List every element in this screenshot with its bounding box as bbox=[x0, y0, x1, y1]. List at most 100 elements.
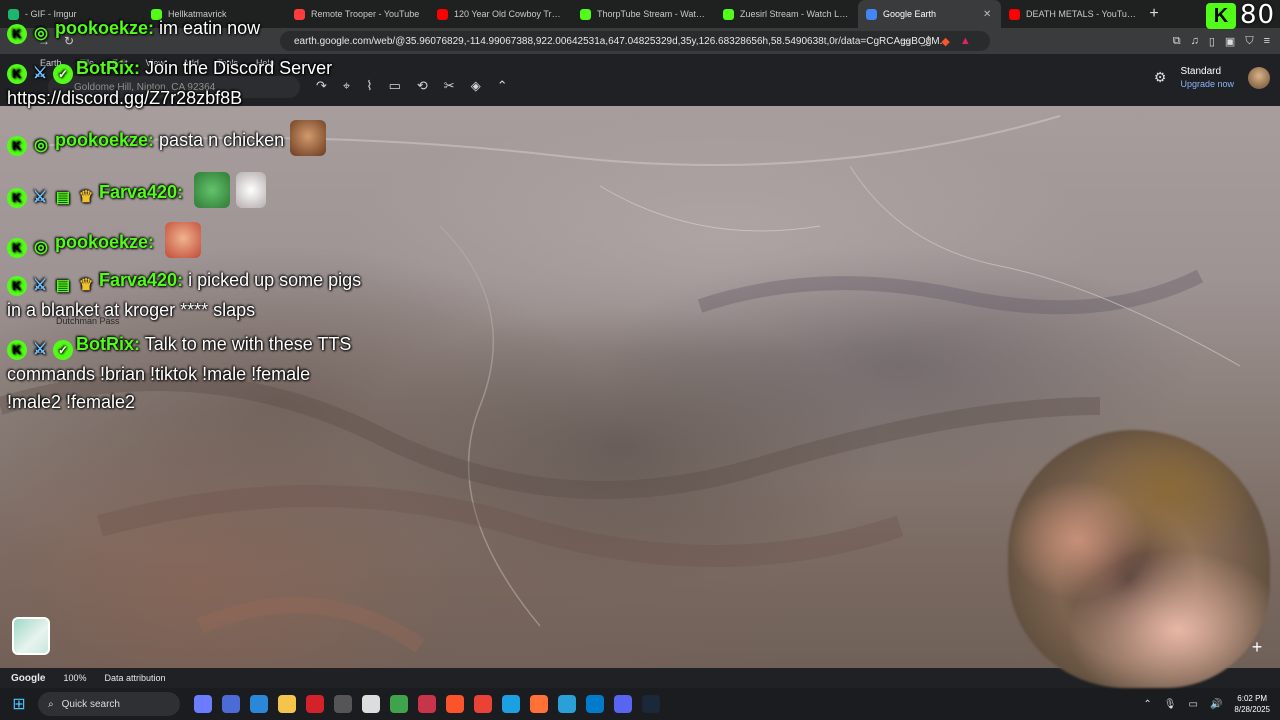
menu-icon[interactable]: ≡ bbox=[1264, 35, 1270, 47]
taskbar-app-icon[interactable] bbox=[558, 695, 576, 713]
viewer-count: 80 bbox=[1240, 0, 1276, 30]
steam-icon[interactable] bbox=[642, 695, 660, 713]
tab-title: ThorpTube Stream - Watch Live bbox=[597, 9, 707, 19]
windows-taskbar: ⊞ ⌕ Quick search ⌃ 🎙 ▭ 🔊 6:02 PM 8/28/20… bbox=[0, 688, 1280, 720]
chat-username: pookoekze: bbox=[55, 232, 155, 252]
file-explorer-icon[interactable] bbox=[278, 695, 296, 713]
chat-message: K ⚔ ▤ ♛ Farva420: i picked up some pigs in a… bbox=[7, 266, 361, 324]
chevron-up-icon[interactable]: ⌃ bbox=[1143, 699, 1151, 710]
gear-icon[interactable]: ⚙ bbox=[1154, 69, 1167, 86]
google-earth-favicon-icon bbox=[866, 8, 877, 20]
chat-text-continued: https://discord.gg/Z7r28zbf8B bbox=[7, 88, 243, 108]
tab-title: 120 Year Old Cowboy Trash - Y bbox=[454, 9, 564, 19]
tools-icon[interactable]: ✂ bbox=[444, 78, 455, 94]
youtube-favicon-icon bbox=[437, 8, 448, 20]
chrome-icon[interactable] bbox=[474, 695, 492, 713]
gift-badge-icon: ▤ bbox=[55, 277, 71, 294]
taskbar-app-icon[interactable] bbox=[222, 695, 240, 713]
taskbar-app-icon[interactable] bbox=[362, 695, 380, 713]
earth-tools: ↷ ⌖ ⌇ ▭ ⟲ ✂ ◈ ⌃ bbox=[316, 78, 508, 94]
browser-tab[interactable]: ThorpTube Stream - Watch Live bbox=[572, 0, 715, 28]
sidebar-icon[interactable]: ▯ bbox=[1209, 35, 1215, 48]
extensions-icon[interactable]: ⧉ bbox=[1173, 35, 1181, 48]
tab-title: DEATH METALS - YouTube bbox=[1026, 9, 1136, 19]
kick-badge-icon: K bbox=[7, 64, 27, 84]
map-style-button[interactable] bbox=[12, 617, 50, 655]
subscriber-badge-icon: ◎ bbox=[34, 239, 48, 256]
browser-tab[interactable]: 120 Year Old Cowboy Trash - Y bbox=[429, 0, 572, 28]
browser-tab[interactable]: Remote Trooper - YouTube bbox=[286, 0, 429, 28]
avatar[interactable] bbox=[1248, 66, 1270, 89]
tab-title: Google Earth bbox=[883, 9, 937, 19]
chat-message: K ◎ pookoekze: pasta n chicken bbox=[7, 120, 327, 156]
firefox-icon[interactable] bbox=[530, 695, 548, 713]
brave-rewards-icon[interactable]: ▲ bbox=[960, 35, 971, 47]
chat-message: K ⚔ ✓ BotRix: Talk to me with these TTS com… bbox=[7, 330, 351, 416]
vscode-icon[interactable] bbox=[586, 695, 604, 713]
url-field[interactable]: earth.google.com/web/@35.96076829,-114.9… bbox=[280, 31, 990, 51]
kick-badge-icon: K bbox=[7, 24, 27, 44]
layers-icon[interactable]: ◈ bbox=[471, 78, 481, 94]
edge-icon[interactable] bbox=[502, 695, 520, 713]
wallet-icon[interactable]: ▣ bbox=[1225, 35, 1235, 48]
chat-username: Farva420: bbox=[99, 182, 184, 202]
upgrade-link[interactable]: Upgrade now bbox=[1180, 79, 1234, 89]
taskbar-app-icon[interactable] bbox=[334, 695, 352, 713]
taskbar-app-icon[interactable] bbox=[194, 695, 212, 713]
tab-title: Remote Trooper - YouTube bbox=[311, 9, 420, 19]
ghost-emote-icon bbox=[236, 172, 267, 208]
taskbar-app-icon[interactable] bbox=[306, 695, 324, 713]
chat-emote-icon bbox=[165, 222, 202, 258]
close-tab-icon[interactable]: ✕ bbox=[983, 9, 993, 20]
chat-text-continued: in a blanket at kroger **** slaps bbox=[7, 300, 256, 320]
kick-badge-icon: K bbox=[7, 238, 27, 258]
kick-badge-icon: K bbox=[7, 276, 27, 296]
path-icon[interactable]: ⌇ bbox=[366, 78, 372, 94]
history-icon[interactable]: ⟲ bbox=[417, 78, 428, 94]
chevron-up-icon[interactable]: ⌃ bbox=[497, 78, 508, 94]
discord-icon[interactable] bbox=[614, 695, 632, 713]
gift-badge-icon: ▤ bbox=[55, 189, 71, 206]
taskbar-app-icon[interactable] bbox=[390, 695, 408, 713]
network-icon[interactable]: ▭ bbox=[1189, 699, 1198, 710]
verified-badge-icon: ✓ bbox=[53, 340, 73, 360]
chat-text: pasta n chicken bbox=[159, 130, 285, 150]
volume-icon[interactable]: 🔊 bbox=[1210, 699, 1222, 710]
moderator-sword-icon: ⚔ bbox=[32, 341, 48, 358]
youtube-favicon-icon bbox=[1009, 8, 1020, 20]
earth-account-area: ⚙ Standard Upgrade now bbox=[1154, 66, 1270, 89]
chat-username: Farva420: bbox=[99, 270, 184, 290]
placemark-icon[interactable]: ⌖ bbox=[343, 78, 350, 94]
taskbar-search-input[interactable]: ⌕ Quick search bbox=[38, 692, 180, 716]
chat-text: Join the Discord Server bbox=[145, 58, 333, 78]
chat-username: pookoekze: bbox=[55, 18, 155, 38]
browser-tab-active[interactable]: Google Earth ✕ bbox=[858, 0, 1001, 28]
taskbar-search-label: Quick search bbox=[61, 698, 120, 710]
brave-icon[interactable] bbox=[446, 695, 464, 713]
microphone-icon[interactable]: 🎙 bbox=[1164, 699, 1177, 710]
chat-text: im eatin now bbox=[159, 18, 261, 38]
url-text: earth.google.com/web/@35.96076829,-114.9… bbox=[294, 35, 948, 47]
tab-title: Zuesirl Stream - Watch Live on bbox=[740, 9, 850, 19]
taskbar-app-icon[interactable] bbox=[418, 695, 436, 713]
vpn-icon[interactable]: ⛉ bbox=[1245, 35, 1253, 48]
browser-tab[interactable]: DEATH METALS - YouTube bbox=[1001, 0, 1144, 28]
data-attribution-link[interactable]: Data attribution bbox=[104, 673, 165, 683]
new-tab-button[interactable]: + bbox=[1144, 0, 1164, 28]
brave-shield-icon[interactable]: ◆ bbox=[941, 35, 949, 48]
google-logo: Google bbox=[11, 672, 46, 684]
chat-emote-icon bbox=[290, 120, 327, 156]
kick-badge-icon: K bbox=[7, 340, 27, 360]
chat-message: K ◎ pookoekze: im eatin now bbox=[7, 14, 260, 44]
taskbar-apps bbox=[194, 695, 660, 713]
taskbar-app-icon[interactable] bbox=[250, 695, 268, 713]
media-icon[interactable]: ♫ bbox=[1191, 35, 1199, 47]
windows-start-icon[interactable]: ⊞ bbox=[6, 694, 32, 714]
share-icon[interactable]: ⤴ bbox=[920, 33, 931, 49]
install-app-icon[interactable]: ▭ bbox=[900, 35, 910, 48]
measure-icon[interactable]: ▭ bbox=[389, 78, 401, 94]
browser-tab[interactable]: Zuesirl Stream - Watch Live on bbox=[715, 0, 858, 28]
extensions-toolbar: ⧉ ♫ ▯ ▣ ⛉ ≡ bbox=[1173, 28, 1270, 54]
subscriber-badge-icon: ◎ bbox=[34, 137, 48, 154]
clock[interactable]: 6:02 PM 8/28/2025 bbox=[1234, 693, 1270, 715]
